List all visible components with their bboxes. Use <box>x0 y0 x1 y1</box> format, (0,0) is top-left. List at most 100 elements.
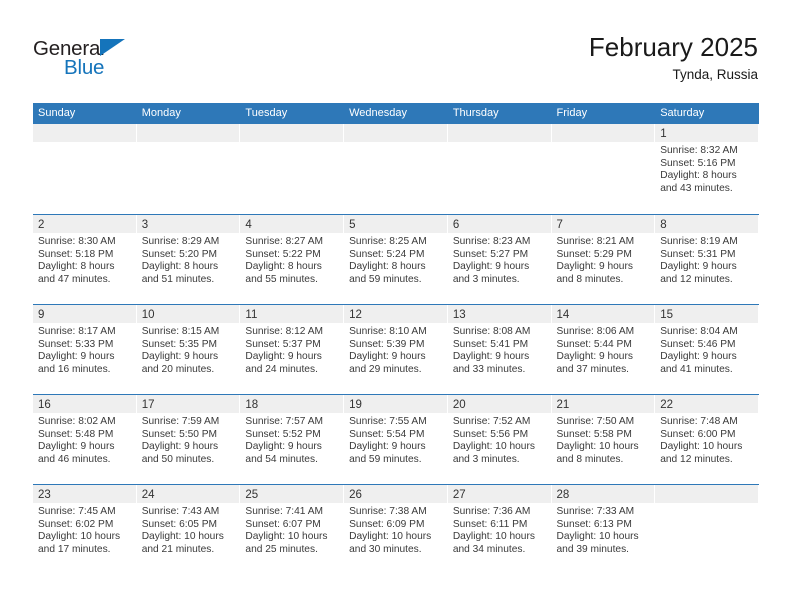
day-cell[interactable]: 25 Sunrise: 7:41 AM Sunset: 6:07 PM Dayl… <box>240 485 345 574</box>
daylight-text-line2: and 59 minutes. <box>349 453 422 465</box>
daylight-text-line2: and 25 minutes. <box>245 543 318 555</box>
day-number: 18 <box>245 399 259 411</box>
week-row: 16 Sunrise: 8:02 AM Sunset: 5:48 PM Dayl… <box>33 394 759 484</box>
sunset-text: Sunset: 5:27 PM <box>452 248 529 260</box>
day-cell[interactable]: 6 Sunrise: 8:23 AM Sunset: 5:27 PM Dayli… <box>447 215 552 304</box>
day-number: 1 <box>660 128 667 140</box>
sunrise-text: Sunrise: 8:21 AM <box>556 236 635 247</box>
day-number: 14 <box>556 309 570 321</box>
day-cell[interactable]: 11 Sunrise: 8:12 AM Sunset: 5:37 PM Dayl… <box>240 305 345 394</box>
day-number: 20 <box>452 399 466 411</box>
day-cell[interactable]: 26 Sunrise: 7:38 AM Sunset: 6:09 PM Dayl… <box>344 485 448 574</box>
day-details: Sunrise: 8:15 AM Sunset: 5:35 PM Dayligh… <box>137 323 241 376</box>
daylight-text-line1: Daylight: 10 hours <box>349 531 432 543</box>
sunset-text: Sunset: 5:39 PM <box>349 338 425 350</box>
day-number: 12 <box>349 309 362 321</box>
day-cell[interactable]: 28 Sunrise: 7:33 AM Sunset: 6:13 PM Dayl… <box>551 485 656 574</box>
day-cell <box>136 124 241 214</box>
day-cell <box>240 124 345 214</box>
sunset-text: Sunset: 5:41 PM <box>452 338 529 350</box>
day-cell[interactable]: 4 Sunrise: 8:27 AM Sunset: 5:22 PM Dayli… <box>240 215 345 304</box>
sunrise-text: Sunrise: 8:30 AM <box>38 236 116 247</box>
daylight-text-line2: and 50 minutes. <box>141 453 215 465</box>
sunrise-text: Sunrise: 8:15 AM <box>141 326 220 337</box>
daylight-text-line1: Daylight: 9 hours <box>556 351 633 363</box>
day-cell[interactable]: 22 Sunrise: 7:48 AM Sunset: 6:00 PM Dayl… <box>655 395 759 484</box>
day-cell[interactable]: 20 Sunrise: 7:52 AM Sunset: 5:56 PM Dayl… <box>447 395 552 484</box>
logo-text-blue: Blue <box>64 56 105 79</box>
day-details: Sunrise: 8:06 AM Sunset: 5:44 PM Dayligh… <box>552 323 656 376</box>
day-cell[interactable]: 2 Sunrise: 8:30 AM Sunset: 5:18 PM Dayli… <box>33 215 137 304</box>
page-title: February 2025 <box>588 32 758 62</box>
day-details: Sunrise: 7:43 AM Sunset: 6:05 PM Dayligh… <box>137 503 241 556</box>
sunset-text: Sunset: 5:20 PM <box>141 248 218 260</box>
daylight-text-line2: and 17 minutes. <box>38 543 111 555</box>
day-cell[interactable]: 12 Sunrise: 8:10 AM Sunset: 5:39 PM Dayl… <box>344 305 448 394</box>
sunset-text: Sunset: 5:54 PM <box>349 428 425 440</box>
day-number: 19 <box>349 399 362 411</box>
day-cell[interactable]: 24 Sunrise: 7:43 AM Sunset: 6:05 PM Dayl… <box>136 485 241 574</box>
daylight-text-line1: Daylight: 8 hours <box>245 261 322 273</box>
sunset-text: Sunset: 5:33 PM <box>38 338 114 350</box>
calendar-page: General Blue February 2025 Tynda, Russia… <box>0 0 792 612</box>
day-cell[interactable]: 19 Sunrise: 7:55 AM Sunset: 5:54 PM Dayl… <box>344 395 448 484</box>
daylight-text-line2: and 30 minutes. <box>349 543 422 555</box>
day-details: Sunrise: 7:33 AM Sunset: 6:13 PM Dayligh… <box>552 503 656 556</box>
sunset-text: Sunset: 6:13 PM <box>556 518 632 530</box>
day-number: 5 <box>349 219 356 231</box>
sunset-text: Sunset: 6:09 PM <box>349 518 425 530</box>
sunset-text: Sunset: 6:11 PM <box>452 518 528 530</box>
day-cell[interactable]: 18 Sunrise: 7:57 AM Sunset: 5:52 PM Dayl… <box>240 395 345 484</box>
sunset-text: Sunset: 6:00 PM <box>660 428 736 440</box>
day-number: 11 <box>245 309 258 321</box>
sunrise-text: Sunrise: 7:50 AM <box>556 416 635 427</box>
day-cell <box>447 124 552 214</box>
day-cell[interactable]: 8 Sunrise: 8:19 AM Sunset: 5:31 PM Dayli… <box>655 215 759 304</box>
day-number: 10 <box>141 309 155 321</box>
sunset-text: Sunset: 5:18 PM <box>38 248 114 260</box>
day-cell[interactable]: 1 Sunrise: 8:32 AM Sunset: 5:16 PM Dayli… <box>655 124 759 214</box>
day-cell[interactable]: 17 Sunrise: 7:59 AM Sunset: 5:50 PM Dayl… <box>136 395 241 484</box>
day-cell[interactable]: 14 Sunrise: 8:06 AM Sunset: 5:44 PM Dayl… <box>551 305 656 394</box>
daylight-text-line1: Daylight: 8 hours <box>349 261 426 273</box>
day-details: Sunrise: 7:45 AM Sunset: 6:02 PM Dayligh… <box>33 503 137 556</box>
day-details: Sunrise: 8:10 AM Sunset: 5:39 PM Dayligh… <box>344 323 448 376</box>
day-cell[interactable]: 9 Sunrise: 8:17 AM Sunset: 5:33 PM Dayli… <box>33 305 137 394</box>
daylight-text-line1: Daylight: 9 hours <box>245 441 322 453</box>
daylight-text-line2: and 21 minutes. <box>141 543 215 555</box>
day-cell[interactable]: 23 Sunrise: 7:45 AM Sunset: 6:02 PM Dayl… <box>33 485 137 574</box>
sunrise-text: Sunrise: 7:48 AM <box>660 416 738 427</box>
daylight-text-line2: and 24 minutes. <box>245 363 318 375</box>
sunset-text: Sunset: 5:35 PM <box>141 338 218 350</box>
daylight-text-line1: Daylight: 9 hours <box>141 351 219 363</box>
day-number: 6 <box>452 219 460 231</box>
daylight-text-line2: and 43 minutes. <box>660 182 733 194</box>
sunset-text: Sunset: 5:50 PM <box>141 428 218 440</box>
day-cell[interactable]: 10 Sunrise: 8:15 AM Sunset: 5:35 PM Dayl… <box>136 305 241 394</box>
day-cell[interactable]: 16 Sunrise: 8:02 AM Sunset: 5:48 PM Dayl… <box>33 395 137 484</box>
day-number: 27 <box>452 489 466 501</box>
day-number: 7 <box>556 219 563 231</box>
day-number: 26 <box>349 489 362 501</box>
day-details: Sunrise: 8:17 AM Sunset: 5:33 PM Dayligh… <box>33 323 137 376</box>
daylight-text-line1: Daylight: 8 hours <box>660 170 737 182</box>
sunrise-text: Sunrise: 8:08 AM <box>452 326 531 337</box>
page-header: General Blue February 2025 Tynda, Russia <box>0 0 792 103</box>
day-cell[interactable]: 3 Sunrise: 8:29 AM Sunset: 5:20 PM Dayli… <box>136 215 241 304</box>
day-details: Sunrise: 7:38 AM Sunset: 6:09 PM Dayligh… <box>344 503 448 556</box>
day-cell <box>655 485 759 574</box>
day-number: 22 <box>660 399 674 411</box>
day-cell[interactable]: 27 Sunrise: 7:36 AM Sunset: 6:11 PM Dayl… <box>447 485 552 574</box>
daylight-text-line1: Daylight: 9 hours <box>349 441 426 453</box>
daylight-text-line1: Daylight: 9 hours <box>38 441 115 453</box>
day-cell[interactable]: 5 Sunrise: 8:25 AM Sunset: 5:24 PM Dayli… <box>344 215 448 304</box>
week-row: 2 Sunrise: 8:30 AM Sunset: 5:18 PM Dayli… <box>33 214 759 304</box>
day-cell[interactable]: 21 Sunrise: 7:50 AM Sunset: 5:58 PM Dayl… <box>551 395 656 484</box>
day-cell[interactable]: 13 Sunrise: 8:08 AM Sunset: 5:41 PM Dayl… <box>447 305 552 394</box>
day-number: 17 <box>141 399 155 411</box>
day-cell <box>33 124 137 214</box>
daylight-text-line1: Daylight: 10 hours <box>141 531 224 543</box>
day-number: 8 <box>660 219 667 231</box>
day-cell[interactable]: 15 Sunrise: 8:04 AM Sunset: 5:46 PM Dayl… <box>655 305 759 394</box>
day-cell[interactable]: 7 Sunrise: 8:21 AM Sunset: 5:29 PM Dayli… <box>551 215 656 304</box>
